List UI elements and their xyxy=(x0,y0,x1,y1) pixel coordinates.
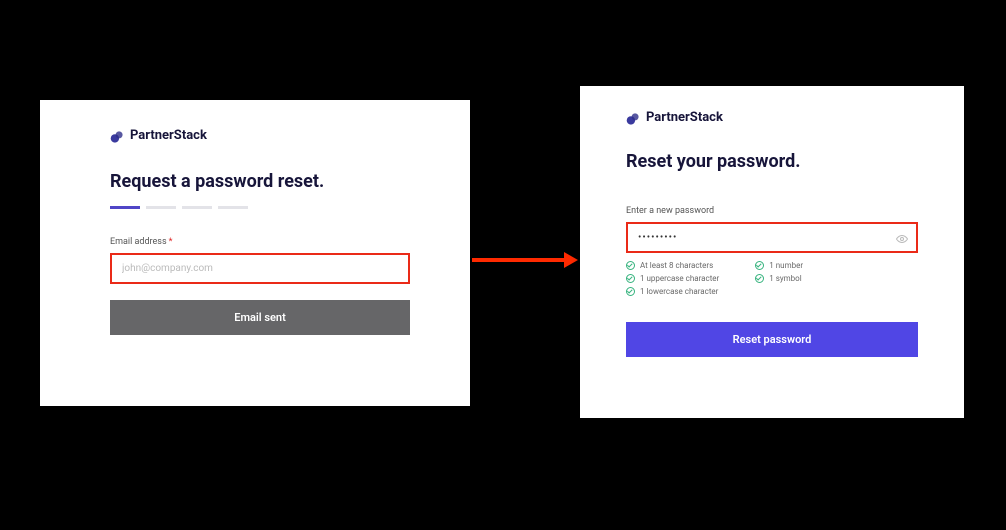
reset-heading: Reset your password. xyxy=(626,151,918,172)
rule-uppercase: 1 uppercase character xyxy=(626,274,719,283)
flow-arrow-icon xyxy=(472,250,578,270)
email-label-text: Email address xyxy=(110,237,167,247)
partnerstack-icon xyxy=(110,129,124,143)
reset-password-button[interactable]: Reset password xyxy=(626,322,918,357)
progress-step-2 xyxy=(146,206,176,209)
brand-name: PartnerStack xyxy=(130,128,207,143)
brand-name: PartnerStack xyxy=(646,110,723,125)
brand-logo: PartnerStack xyxy=(626,110,918,125)
rule-lowercase: 1 lowercase character xyxy=(626,287,719,296)
email-input[interactable] xyxy=(110,253,410,284)
request-heading: Request a password reset. xyxy=(110,171,410,192)
password-input[interactable] xyxy=(626,222,918,253)
rule-text: 1 uppercase character xyxy=(640,274,719,283)
progress-step-4 xyxy=(218,206,248,209)
reset-password-panel: PartnerStack Reset your password. Enter … xyxy=(580,86,964,418)
required-asterisk: * xyxy=(169,237,173,247)
check-icon xyxy=(626,287,635,296)
email-sent-button[interactable]: Email sent xyxy=(110,300,410,335)
progress-step-3 xyxy=(182,206,212,209)
brand-logo: PartnerStack xyxy=(110,128,410,143)
progress-indicator xyxy=(110,206,410,209)
request-reset-panel: PartnerStack Request a password reset. E… xyxy=(40,100,470,406)
progress-step-1 xyxy=(110,206,140,209)
eye-icon[interactable] xyxy=(896,230,908,242)
password-label: Enter a new password xyxy=(626,206,918,216)
check-icon xyxy=(626,274,635,283)
rule-text: 1 symbol xyxy=(769,274,801,283)
rule-symbol: 1 symbol xyxy=(755,274,803,283)
partnerstack-icon xyxy=(626,111,640,125)
email-label: Email address* xyxy=(110,237,410,247)
password-wrapper xyxy=(626,222,918,269)
rule-text: 1 lowercase character xyxy=(640,287,718,296)
check-icon xyxy=(755,274,764,283)
